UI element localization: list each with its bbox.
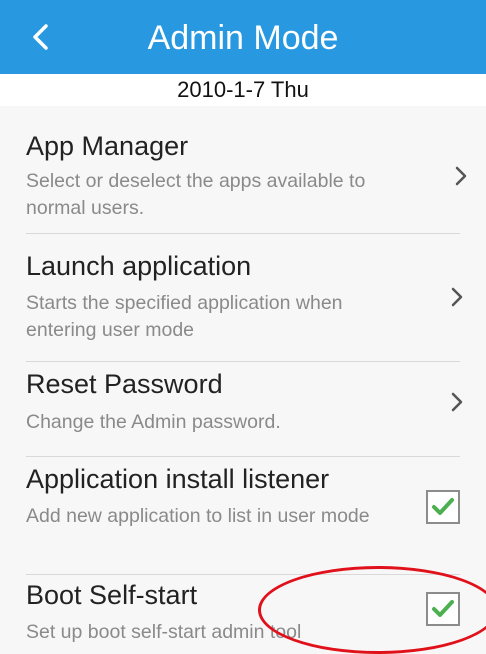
boot-self-start-checkbox[interactable] [426, 592, 460, 626]
menu-item-app-manager[interactable]: App Manager Select or deselect the apps … [0, 106, 486, 234]
menu-item-boot-self-start[interactable]: Boot Self-start Set up boot self-start a… [0, 575, 486, 645]
item-title: Reset Password [26, 369, 223, 399]
item-title: Boot Self-start [26, 580, 198, 610]
item-description: Add new application to list in user mode [26, 505, 370, 527]
chevron-right-icon [451, 287, 463, 307]
item-title: App Manager [26, 131, 189, 161]
menu-item-reset-password[interactable]: Reset Password Change the Admin password… [0, 362, 486, 457]
checkmark-icon [432, 498, 454, 515]
item-description: Starts the specified application when en… [26, 292, 343, 341]
chevron-right-icon [455, 166, 467, 186]
chevron-right-icon [451, 392, 463, 412]
item-description: Select or deselect the apps available to… [26, 170, 366, 219]
item-description: Set up boot self-start admin tool [26, 621, 302, 643]
item-title: Application install listener [26, 464, 330, 494]
item-description: Change the Admin password. [26, 411, 281, 433]
menu-item-application-install-listener[interactable]: Application install listener Add new app… [0, 457, 486, 575]
page-title: Admin Mode [147, 19, 339, 57]
checkmark-icon [432, 600, 454, 617]
install-listener-checkbox[interactable] [426, 490, 460, 524]
item-title: Launch application [26, 251, 252, 281]
app-header: Admin Mode [0, 0, 486, 74]
menu-item-launch-application[interactable]: Launch application Starts the specified … [0, 235, 486, 362]
date-label: 2010-1-7 Thu [0, 74, 486, 106]
divider [26, 233, 460, 234]
